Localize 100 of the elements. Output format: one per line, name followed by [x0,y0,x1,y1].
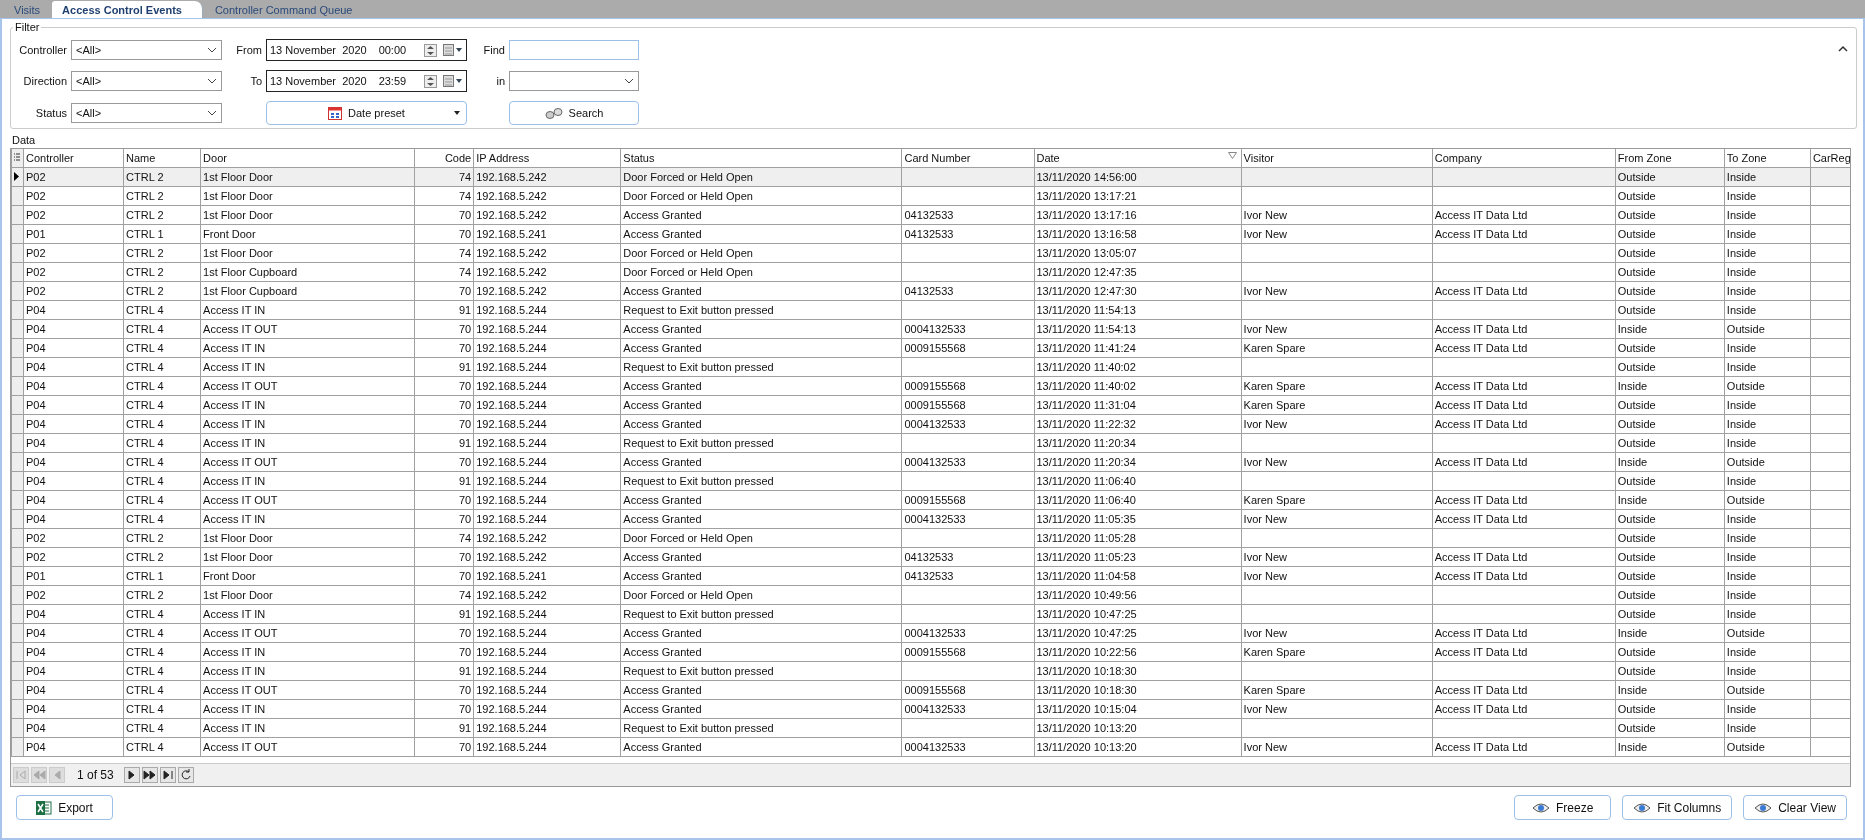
table-cell: Access IT OUT [203,741,278,753]
table-cell: Access IT Data Ltd [1434,342,1528,354]
table-cell: Access IT Data Ltd [1434,684,1528,696]
table-cell: Ivor New [1243,551,1287,563]
table-cell: Request to Exit button pressed [623,361,774,373]
table-cell: Outside [1617,418,1656,430]
table-cell: 13/11/2020 11:20:34 [1036,437,1136,449]
column-header[interactable]: Door [200,149,415,168]
tab[interactable]: Visits [2,1,53,18]
table-cell: 13/11/2020 13:17:16 [1036,209,1137,221]
dropdown[interactable] [509,71,639,91]
table-cell: Door Forced or Held Open [623,532,753,544]
table-cell: 192.168.5.244 [476,418,547,430]
calendar-dropdown-icon[interactable] [443,75,463,87]
table-cell: Access IT Data Ltd [1434,323,1528,335]
eye-icon [1754,802,1773,813]
table-cell: 192.168.5.241 [476,570,547,582]
table-cell: Access Granted [623,703,702,715]
next-page-page-button[interactable] [141,767,158,783]
table-cell: Access IT IN [203,418,266,430]
table-cell: Access IT OUT [203,494,278,506]
dropdown-value: <All> [76,107,102,119]
table-cell: Outside [1617,304,1656,316]
first-arrow-icon [14,768,28,782]
table-cell: 70 [458,323,472,335]
column-header[interactable]: From Zone [1615,149,1725,168]
table-cell: 192.168.5.244 [476,342,547,354]
dropdown[interactable]: <All> [71,40,222,60]
table-cell: Access IT OUT [203,456,278,468]
table-cell: Access Granted [623,684,702,696]
column-header[interactable]: Visitor [1241,149,1433,168]
date-preset-button[interactable]: Date preset [266,101,467,125]
table-cell: Access Granted [623,380,702,392]
table-cell: P04 [26,437,46,449]
last-page-button[interactable] [159,767,176,783]
field-label: From [235,44,262,56]
table-cell: Inside [1726,646,1757,658]
view-button[interactable]: Fit Columns [1622,795,1733,820]
table-cell: Inside [1726,570,1757,582]
table-cell: CTRL 2 [126,190,164,202]
table-cell: Inside [1617,684,1648,696]
table-cell: 91 [458,608,472,620]
table-cell: 74 [458,589,472,601]
next-page-button[interactable] [123,767,140,783]
search-button[interactable]: Search [509,101,639,125]
table-cell: CTRL 2 [126,589,164,601]
column-header[interactable]: Card Number [901,149,1034,168]
date-time-field[interactable]: 13 November 2020 23:59 [266,70,467,92]
column-header[interactable]: Controller [23,149,124,168]
table-cell: 70 [458,418,472,430]
table-cell: Ivor New [1243,228,1287,240]
column-header[interactable]: Name [123,149,201,168]
tab[interactable]: Controller Command Queue [202,1,365,18]
table-cell: 192.168.5.244 [476,323,547,335]
spinner-icon[interactable] [424,74,437,88]
view-button[interactable]: Clear View [1743,795,1847,820]
table-cell: Ivor New [1243,741,1287,753]
table-cell: CTRL 4 [126,646,164,658]
table-cell: 192.168.5.242 [476,551,547,563]
field-label: Status [34,107,67,119]
dropdown[interactable]: <All> [71,71,222,91]
date-time-field[interactable]: 13 November 2020 00:00 [266,39,467,61]
table-cell: Access IT IN [203,665,266,677]
column-header[interactable]: CarReg [1810,149,1850,168]
chevron-down-icon [624,78,634,84]
table-cell: Access IT OUT [203,380,278,392]
table-cell: 192.168.5.244 [476,665,547,677]
table-cell: Door Forced or Held Open [623,171,753,183]
table-cell: Inside [1726,209,1757,221]
column-header[interactable]: Status [620,149,902,168]
table-cell: 1st Floor Door [203,209,273,221]
table-cell: 13/11/2020 12:47:35 [1036,266,1137,278]
column-header[interactable]: Date [1034,149,1242,168]
column-header[interactable]: IP Address [473,149,621,168]
column-header[interactable]: To Zone [1724,149,1811,168]
calendar-dropdown-icon[interactable] [443,44,463,56]
table-cell: P02 [26,266,46,278]
refresh-page-button[interactable] [177,767,194,783]
spinner-icon[interactable] [424,43,437,57]
table-cell: 04132533 [904,209,954,221]
find-input[interactable] [509,40,639,60]
table-cell: 0009155568 [904,684,966,696]
column-header[interactable]: Company [1432,149,1616,168]
view-button[interactable]: Freeze [1514,795,1612,820]
column-header[interactable]: Code [414,149,474,168]
table-cell: 13/11/2020 13:17:21 [1036,190,1137,202]
table-cell: 0004132533 [904,513,966,525]
table-cell: 70 [458,228,472,240]
chevron-down-icon [207,47,217,53]
dropdown[interactable]: <All> [71,103,222,123]
table-cell: Outside [1617,171,1656,183]
tab[interactable]: Access Control Events [52,1,203,18]
column-chooser-icon[interactable] [14,153,20,162]
table-cell: 13/11/2020 11:20:34 [1036,456,1136,468]
table-cell: Access Granted [623,399,702,411]
data-section-title: Data [11,133,37,148]
export-button[interactable]: Export [16,795,113,820]
table-cell: Access IT Data Ltd [1434,285,1528,297]
collapse-chevron-icon[interactable] [1838,45,1848,53]
table-cell: P04 [26,722,46,734]
